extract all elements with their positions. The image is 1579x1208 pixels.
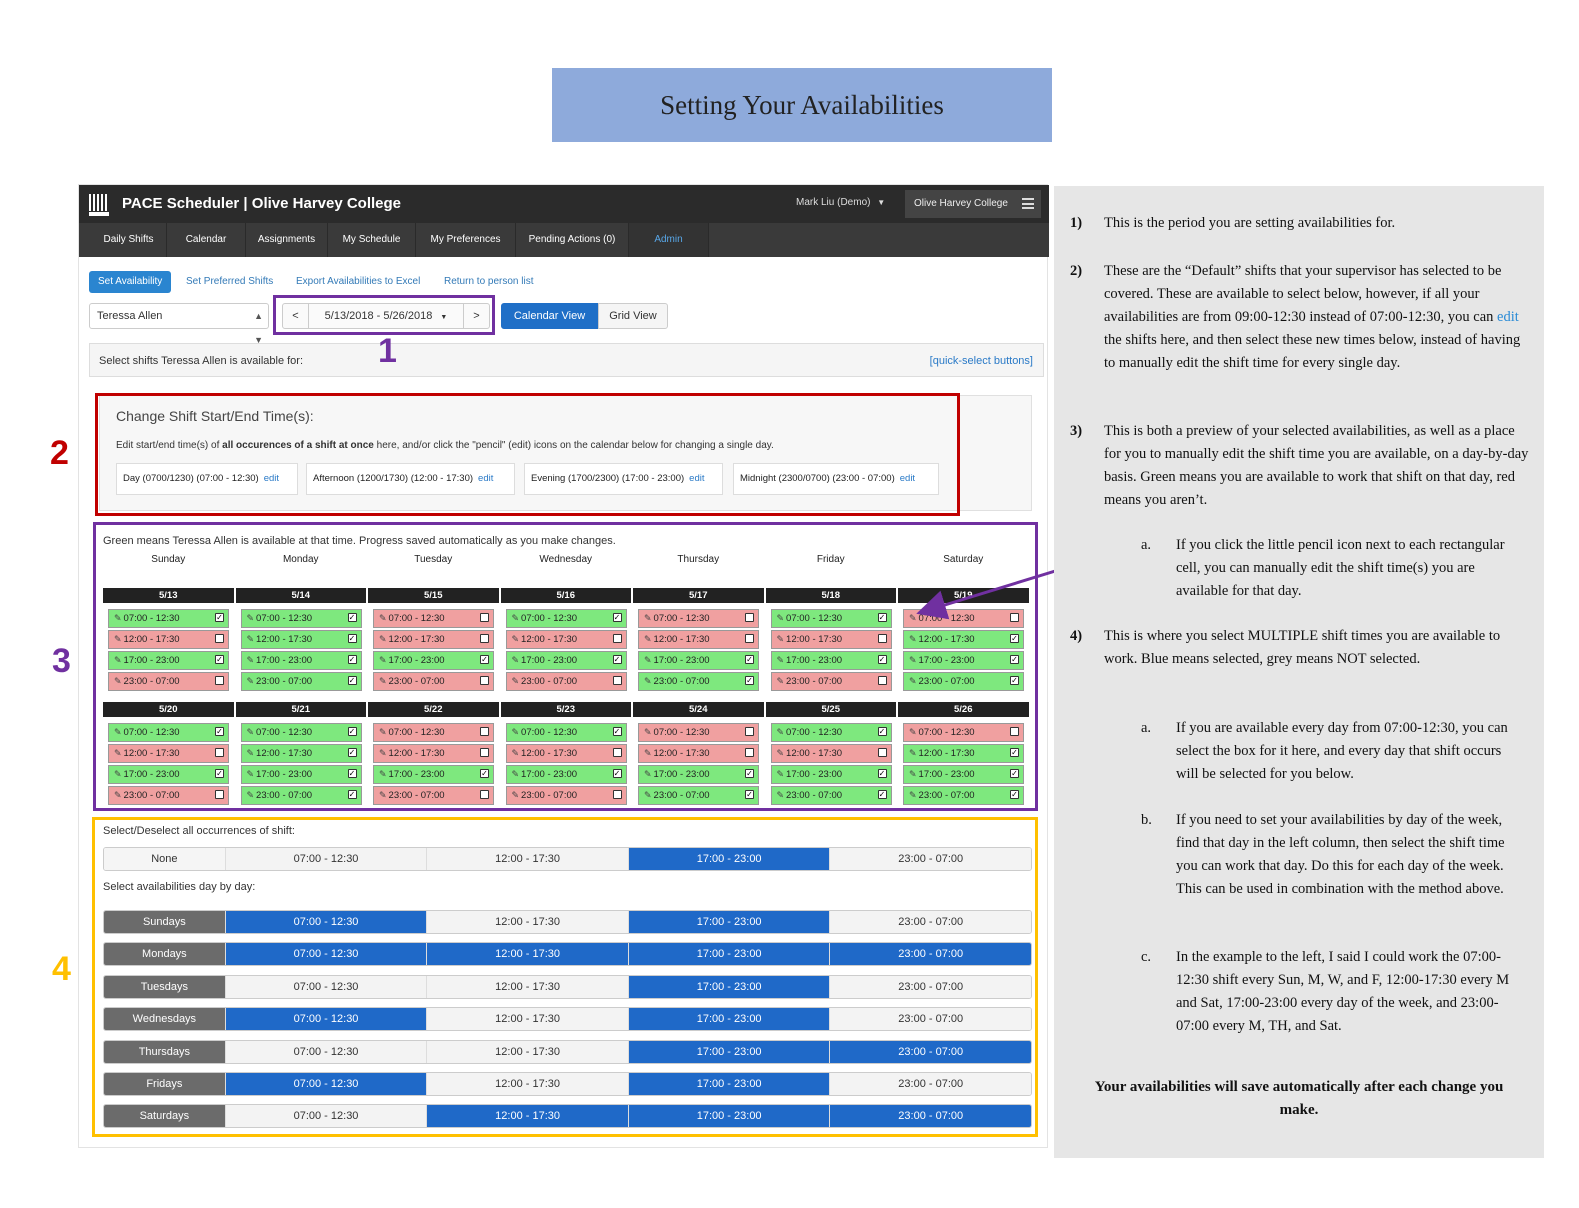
instruction-4a: a. If you are available every day from 0… bbox=[1141, 720, 1508, 782]
view-toggle: Calendar View Grid View bbox=[501, 303, 668, 329]
set-preferred-shifts-link[interactable]: Set Preferred Shifts bbox=[186, 271, 273, 293]
nav-my-preferences[interactable]: My Preferences bbox=[416, 223, 516, 257]
annotation-frame-1 bbox=[273, 295, 495, 335]
main-nav: Daily Shifts Calendar Assignments My Sch… bbox=[79, 223, 1049, 257]
nav-assignments[interactable]: Assignments bbox=[246, 223, 328, 257]
edit-link-text: edit bbox=[1497, 309, 1519, 325]
instruction-3: 3) This is both a preview of your select… bbox=[1070, 423, 1529, 508]
nav-pending-actions[interactable]: Pending Actions (0) bbox=[516, 223, 629, 257]
nav-my-schedule[interactable]: My Schedule bbox=[328, 223, 416, 257]
annotation-frame-3 bbox=[93, 522, 1038, 811]
annotation-number-2: 2 bbox=[50, 434, 69, 472]
annotation-number-1: 1 bbox=[378, 332, 397, 370]
set-availability-button[interactable]: Set Availability bbox=[89, 271, 172, 293]
user-menu[interactable]: Mark Liu (Demo) ▼ bbox=[796, 197, 885, 208]
autosave-note: Your availabilities will save automatica… bbox=[1094, 1079, 1504, 1118]
page-title-box: Setting Your Availabilities bbox=[552, 68, 1052, 142]
calendar-view-button[interactable]: Calendar View bbox=[501, 303, 598, 329]
nav-admin[interactable]: Admin bbox=[629, 223, 709, 257]
export-availabilities-link[interactable]: Export Availabilities to Excel bbox=[296, 271, 420, 293]
instruction-4c: c. In the example to the left, I said I … bbox=[1141, 949, 1510, 1034]
annotation-number-3: 3 bbox=[52, 642, 71, 680]
select-shifts-label: Select shifts Teressa Allen is available… bbox=[99, 355, 304, 367]
annotation-number-4: 4 bbox=[52, 950, 71, 988]
quick-select-buttons-link[interactable]: [quick-select buttons] bbox=[930, 355, 1033, 367]
caret-down-icon: ▼ bbox=[877, 198, 886, 207]
person-select[interactable]: Teressa Allen ▲ ▼ bbox=[89, 303, 269, 345]
nav-daily-shifts[interactable]: Daily Shifts bbox=[91, 223, 167, 257]
nav-calendar[interactable]: Calendar bbox=[167, 223, 246, 257]
pace-logo-icon[interactable] bbox=[89, 194, 109, 216]
instruction-4: 4) This is where you select MULTIPLE shi… bbox=[1070, 628, 1501, 667]
annotation-frame-4 bbox=[92, 817, 1038, 1137]
page-title: Setting Your Availabilities bbox=[660, 89, 944, 120]
org-name: Olive Harvey College bbox=[914, 198, 1008, 209]
hamburger-menu-icon[interactable] bbox=[1022, 198, 1034, 209]
instruction-4b: b. If you need to set your availabilitie… bbox=[1141, 812, 1505, 897]
instructions-panel: 1) This is the period you are setting av… bbox=[1054, 186, 1544, 1158]
org-menu[interactable]: Olive Harvey College bbox=[905, 190, 1041, 218]
person-select-value: Teressa Allen bbox=[97, 310, 163, 322]
grid-view-button[interactable]: Grid View bbox=[598, 303, 668, 329]
user-name: Mark Liu (Demo) bbox=[796, 197, 871, 208]
annotation-frame-2 bbox=[95, 393, 960, 516]
instruction-2: 2) These are the “Default” shifts that y… bbox=[1070, 263, 1521, 371]
instruction-3a: a. If you click the little pencil icon n… bbox=[1141, 537, 1505, 599]
top-bar: PACE Scheduler | Olive Harvey College Ma… bbox=[79, 185, 1049, 223]
app-title[interactable]: PACE Scheduler | Olive Harvey College bbox=[122, 195, 401, 212]
return-to-person-list-link[interactable]: Return to person list bbox=[444, 271, 534, 293]
select-shifts-header: Select shifts Teressa Allen is available… bbox=[89, 343, 1044, 377]
